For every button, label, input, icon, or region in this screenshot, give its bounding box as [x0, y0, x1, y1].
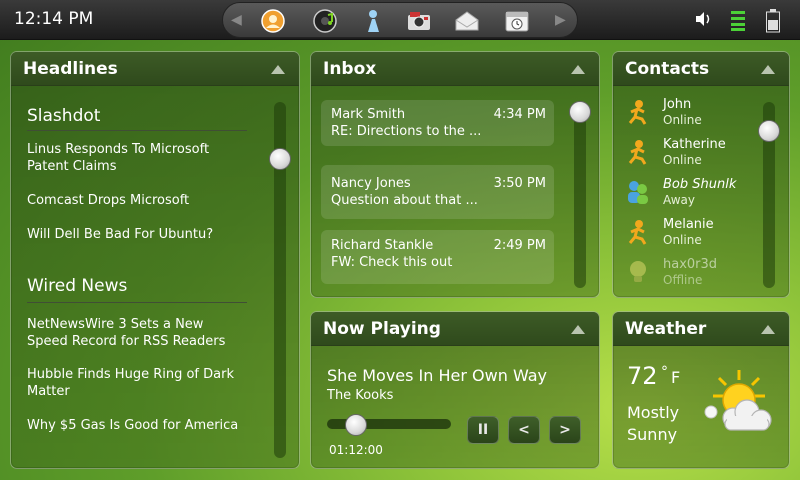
partly-sunny-icon [704, 370, 772, 431]
message-subject: FW: Check this out [331, 255, 453, 270]
contact-name: Melanie [663, 217, 714, 232]
browser-icon[interactable] [259, 8, 287, 34]
collapse-icon[interactable] [761, 325, 775, 334]
degree-symbol: ° [661, 364, 668, 380]
clock: 12:14 PM [14, 9, 94, 29]
inbox-title: Inbox [323, 59, 377, 79]
message-item[interactable]: Richard Stankle 2:49 PM FW: Check this o… [321, 230, 554, 284]
contact-name: John [663, 97, 692, 112]
contact-name: Katherine [663, 137, 726, 152]
inbox-scrollbar[interactable] [574, 102, 586, 288]
headline-item[interactable]: Comcast Drops Microsoft [27, 192, 247, 209]
weather-header: Weather [613, 312, 789, 346]
contact-item[interactable]: Katherine Online [625, 137, 760, 173]
contact-status: Online [663, 113, 702, 127]
weather-condition: Mostly Sunny [627, 403, 680, 444]
headline-item[interactable]: Hubble Finds Huge Ring of Dark Matter [27, 366, 247, 400]
next-button[interactable]: > [549, 416, 581, 444]
message-time: 3:50 PM [493, 176, 546, 191]
message-sender: Richard Stankle [331, 238, 434, 253]
app-dock: ◀ ▶ [222, 2, 578, 38]
message-item[interactable]: Nancy Jones 3:50 PM Question about that … [321, 165, 554, 219]
calendar-icon[interactable] [503, 8, 531, 34]
online-buddy-icon [628, 220, 647, 245]
collapse-icon[interactable] [271, 65, 285, 74]
message-sender: Mark Smith [331, 107, 406, 122]
headlines-title: Headlines [23, 59, 118, 79]
now-playing-panel: Now Playing She Moves In Her Own Way The… [310, 311, 600, 469]
away-buddy-icon [628, 181, 648, 204]
contact-name: hax0r3d [663, 257, 718, 272]
contact-item[interactable]: Bob Shunlk Away [625, 177, 760, 213]
headline-item[interactable]: Linus Responds To Microsoft Patent Claim… [27, 141, 247, 175]
elapsed-time: 01:12:00 [329, 443, 383, 457]
inbox-scroll-knob[interactable] [569, 101, 591, 123]
online-buddy-icon [628, 140, 647, 165]
weather-title: Weather [625, 319, 707, 339]
headline-item[interactable]: NetNewsWire 3 Sets a New Speed Record fo… [27, 316, 247, 350]
mail-icon[interactable] [453, 8, 481, 34]
message-sender: Nancy Jones [331, 176, 411, 191]
weather-panel: Weather 72 ° F Mostly Sunny [612, 311, 790, 469]
headlines-panel: Headlines Slashdot Linus Responds To Mic… [10, 51, 300, 469]
contact-status: Online [663, 233, 702, 247]
contact-status: Offline [663, 273, 703, 287]
photos-icon[interactable] [405, 8, 433, 34]
contact-name: Bob Shunlk [663, 177, 737, 192]
music-icon[interactable] [311, 8, 339, 34]
feed-title-wired-news: Wired News [27, 276, 128, 296]
dock-right-arrow-icon[interactable]: ▶ [555, 12, 566, 28]
headlines-scroll-knob[interactable] [269, 148, 291, 170]
collapse-icon[interactable] [571, 325, 585, 334]
volume-icon[interactable] [693, 9, 713, 33]
collapse-icon[interactable] [761, 65, 775, 74]
previous-button[interactable]: < [508, 416, 540, 444]
temperature: 72 [627, 362, 658, 390]
headline-item[interactable]: Will Dell Be Bad For Ubuntu? [27, 226, 247, 243]
message-time: 4:34 PM [493, 107, 546, 122]
headline-item[interactable]: Why $5 Gas Is Good for America [27, 417, 247, 434]
battery-icon [766, 9, 780, 37]
online-buddy-icon [628, 100, 647, 125]
contact-item[interactable]: John Online [625, 97, 760, 133]
message-item[interactable]: Mark Smith 4:34 PM RE: Directions to the… [321, 100, 554, 146]
collapse-icon[interactable] [571, 65, 585, 74]
playback-progress-knob[interactable] [345, 414, 367, 436]
section-divider [27, 302, 247, 303]
pause-button[interactable]: II [467, 416, 499, 444]
contact-item[interactable]: hax0r3d Offline [625, 257, 760, 293]
message-time: 2:49 PM [493, 238, 546, 253]
message-subject: RE: Directions to the ... [331, 124, 482, 139]
top-bar: 12:14 PM ◀ ▶ [0, 0, 800, 40]
now-playing-header: Now Playing [311, 312, 599, 346]
contact-status: Online [663, 153, 702, 167]
inbox-header: Inbox [311, 52, 599, 86]
feed-title-slashdot: Slashdot [27, 106, 101, 126]
inbox-panel: Inbox Mark Smith 4:34 PM RE: Directions … [310, 51, 600, 298]
track-title: She Moves In Her Own Way [327, 366, 548, 385]
contact-status: Away [663, 193, 695, 207]
dock-left-arrow-icon[interactable]: ◀ [231, 12, 242, 28]
temperature-unit: F [671, 368, 681, 387]
offline-bulb-icon [630, 261, 646, 282]
contact-item[interactable]: Melanie Online [625, 217, 760, 253]
contacts-panel: Contacts John Online Katherine Online Bo… [612, 51, 790, 298]
contacts-title: Contacts [625, 59, 710, 79]
now-playing-title: Now Playing [323, 319, 441, 339]
message-subject: Question about that ... [331, 193, 478, 208]
contacts-scroll-knob[interactable] [758, 120, 780, 142]
signal-icon [731, 9, 745, 35]
headlines-header: Headlines [11, 52, 299, 86]
section-divider [27, 130, 247, 131]
track-artist: The Kooks [327, 388, 394, 403]
chat-icon[interactable] [359, 8, 387, 34]
contacts-header: Contacts [613, 52, 789, 86]
